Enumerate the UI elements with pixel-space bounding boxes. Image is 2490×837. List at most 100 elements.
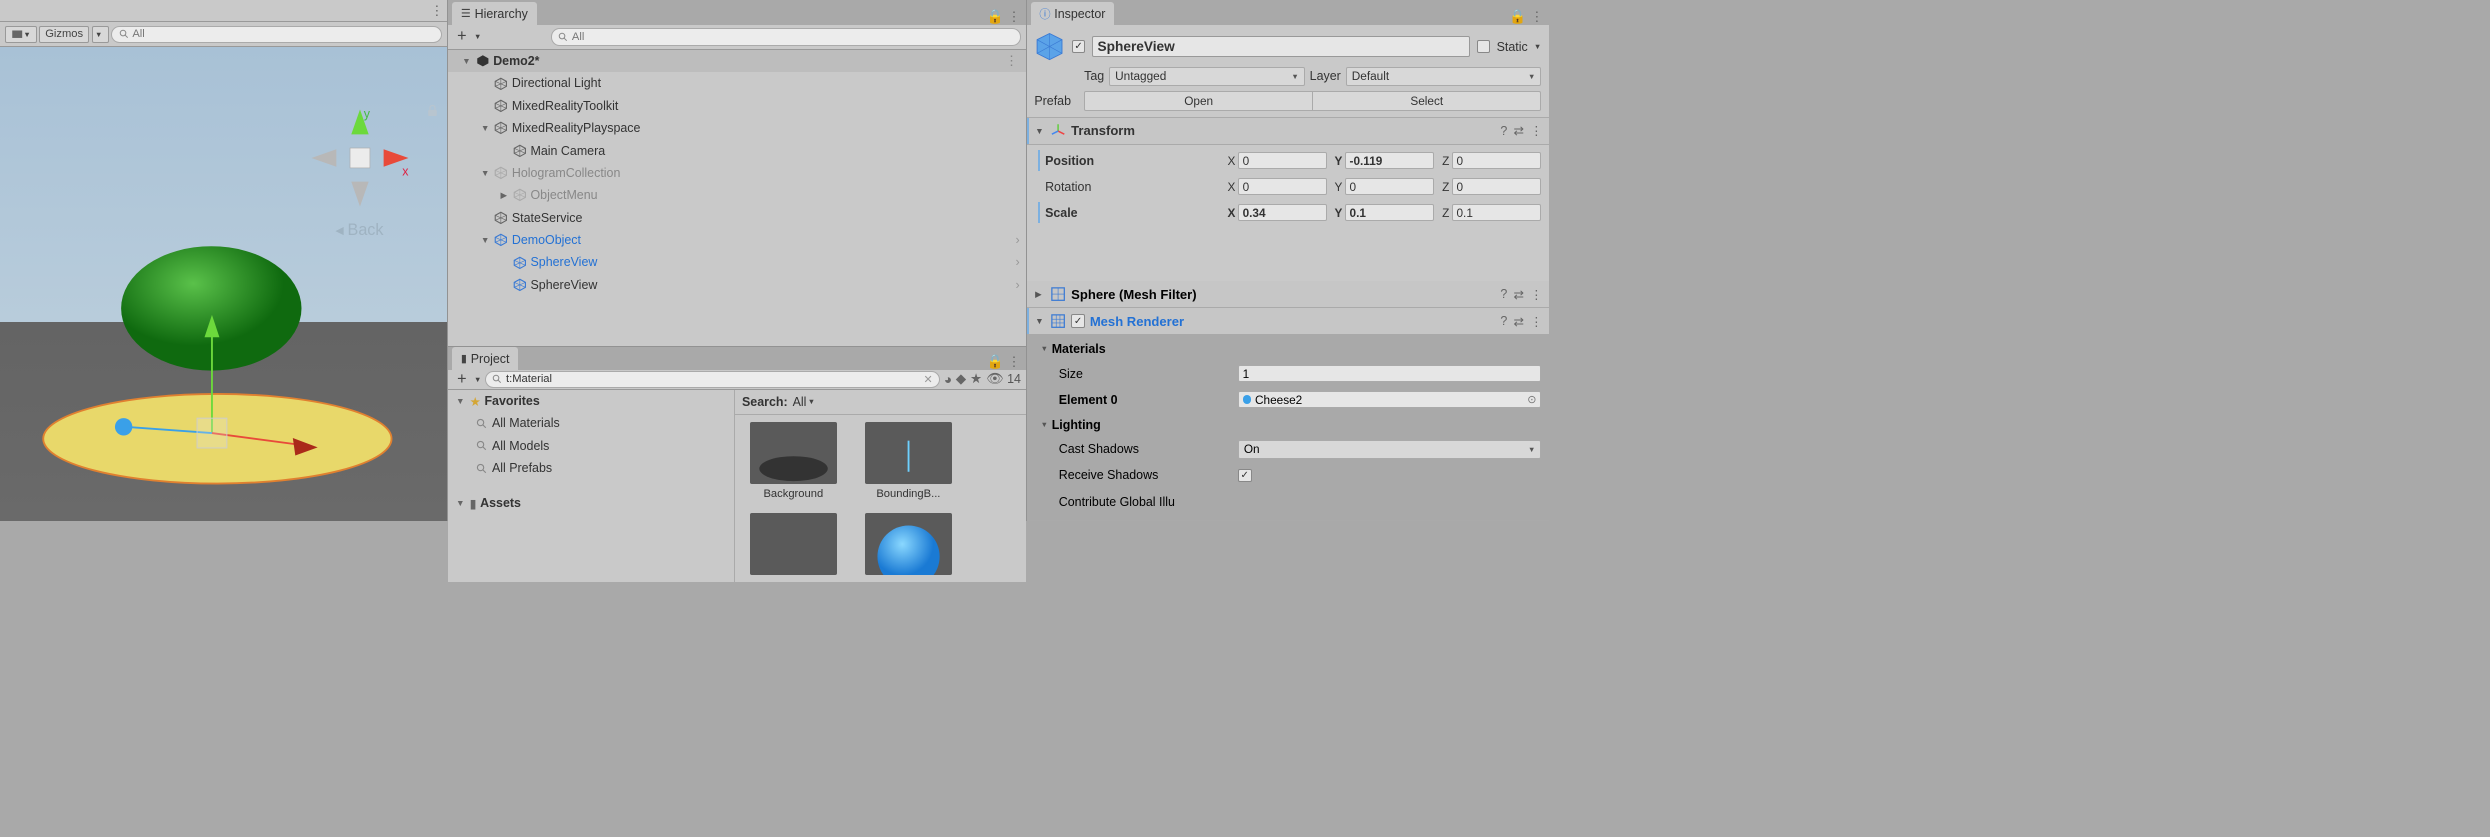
asset-item[interactable]: Background <box>742 422 845 500</box>
prefab-select-button[interactable]: Select <box>1313 91 1541 111</box>
foldout-icon[interactable]: ▼ <box>480 168 491 178</box>
favorite-search-item[interactable]: All Materials <box>448 412 733 434</box>
hierarchy-item[interactable]: ▼HologramCollection <box>448 162 1025 184</box>
hierarchy-item[interactable]: Directional Light <box>448 72 1025 94</box>
scene-search[interactable]: All <box>111 26 442 43</box>
scale-z-field[interactable]: 0.1 <box>1452 204 1542 221</box>
kebab-icon[interactable]: ⋮ <box>1007 9 1021 25</box>
element0-field[interactable]: Cheese2 ⊙ <box>1238 391 1541 408</box>
hierarchy-search[interactable]: All <box>551 28 1021 45</box>
cast-shadows-dropdown[interactable]: On▼ <box>1238 440 1541 459</box>
static-dropdown[interactable]: ▼ <box>1534 42 1541 51</box>
filter-by-label-icon[interactable]: ◆ <box>956 371 967 387</box>
open-prefab-icon[interactable]: › <box>1016 255 1023 269</box>
shaded-mode-button[interactable]: ▼ <box>5 26 37 43</box>
lock-icon[interactable]: 🔒 <box>987 9 1004 25</box>
gameobject-name-field[interactable]: SphereView <box>1092 36 1471 57</box>
create-button[interactable]: + <box>453 27 470 46</box>
project-search[interactable]: t:Material ✕ <box>485 371 940 388</box>
project-folder-tree[interactable]: ▼ ★ Favorites All MaterialsAll ModelsAll… <box>448 390 734 582</box>
help-icon[interactable]: ? <box>1500 287 1507 301</box>
foldout-icon[interactable]: ▶ <box>1035 289 1045 300</box>
hierarchy-item[interactable]: SphereView› <box>448 251 1025 273</box>
scene-row[interactable]: ▼Demo2*⋮ <box>448 50 1025 72</box>
foldout-icon[interactable]: ▼ <box>1035 126 1045 136</box>
preset-icon[interactable]: ⇄ <box>1513 123 1523 138</box>
foldout-icon[interactable]: ▼ <box>480 235 491 245</box>
clear-icon[interactable]: ✕ <box>924 373 933 386</box>
asset-item[interactable] <box>857 513 960 575</box>
project-content[interactable]: Search: All ▼ BackgroundBoundingB... <box>735 390 1026 582</box>
scene-viewport[interactable]: x y ◄Back <box>0 47 447 520</box>
foldout-icon[interactable]: ▼ <box>461 56 472 66</box>
materials-foldout[interactable]: ▼Materials <box>1038 339 1541 358</box>
asset-item[interactable]: BoundingB... <box>857 422 960 500</box>
static-checkbox[interactable] <box>1477 40 1491 54</box>
hierarchy-item[interactable]: ▼DemoObject› <box>448 229 1025 251</box>
foldout-icon[interactable]: ▼ <box>480 123 491 133</box>
hierarchy-item[interactable]: ▼MixedRealityPlayspace <box>448 117 1025 139</box>
axis-y-label: y <box>364 107 371 121</box>
tab-project[interactable]: ▮ Project <box>452 347 518 369</box>
rotation-y-field[interactable]: 0 <box>1345 178 1435 195</box>
kebab-icon[interactable]: ⋮ <box>1007 354 1021 370</box>
asset-item[interactable] <box>742 513 845 575</box>
lock-icon[interactable] <box>425 103 440 118</box>
scale-y-field[interactable]: 0.1 <box>1345 204 1435 221</box>
position-y-field[interactable]: -0.119 <box>1345 152 1435 169</box>
tag-dropdown[interactable]: Untagged▼ <box>1109 67 1305 86</box>
kebab-icon[interactable]: ⋮ <box>430 3 444 19</box>
active-checkbox[interactable]: ✓ <box>1072 40 1086 54</box>
hidden-icon[interactable]: 👁 <box>986 371 1003 387</box>
tab-inspector[interactable]: ⓘ Inspector <box>1031 2 1115 24</box>
filter-by-type-icon[interactable]: ◕ <box>944 372 952 387</box>
lighting-foldout[interactable]: ▼Lighting <box>1038 415 1541 434</box>
create-asset-dropdown[interactable]: ▼ <box>474 375 481 384</box>
preset-icon[interactable]: ⇄ <box>1513 314 1523 329</box>
gizmos-toggle[interactable]: ▼ <box>92 26 109 43</box>
hierarchy-item[interactable]: Main Camera <box>448 139 1025 161</box>
materials-size-field[interactable]: 1 <box>1238 365 1541 382</box>
rotation-x-field[interactable]: 0 <box>1238 178 1328 195</box>
object-picker-icon[interactable]: ⊙ <box>1527 393 1536 406</box>
prefab-open-button[interactable]: Open <box>1084 91 1313 111</box>
hierarchy-item[interactable]: ▶ObjectMenu <box>448 184 1025 206</box>
open-prefab-icon[interactable]: › <box>1016 278 1023 292</box>
lock-icon[interactable]: 🔒 <box>1509 9 1526 25</box>
kebab-icon[interactable]: ⋮ <box>1530 123 1542 138</box>
lock-icon[interactable]: 🔒 <box>987 354 1004 370</box>
orientation-gizmo[interactable]: x y <box>304 102 416 214</box>
help-icon[interactable]: ? <box>1500 314 1507 328</box>
create-asset-button[interactable]: + <box>453 370 470 389</box>
position-z-field[interactable]: 0 <box>1452 152 1542 169</box>
move-gizmo[interactable] <box>100 290 349 477</box>
hierarchy-item[interactable]: MixedRealityToolkit <box>448 95 1025 117</box>
gizmos-dropdown[interactable]: Gizmos <box>39 26 89 43</box>
position-x-field[interactable]: 0 <box>1238 152 1328 169</box>
favorite-search-item[interactable]: All Prefabs <box>448 457 733 479</box>
back-button[interactable]: ◄Back <box>333 221 384 240</box>
kebab-icon[interactable]: ⋮ <box>1005 53 1022 69</box>
help-icon[interactable]: ? <box>1500 124 1507 138</box>
favorite-search-item[interactable]: All Models <box>448 435 733 457</box>
preset-icon[interactable]: ⇄ <box>1513 287 1523 302</box>
favorite-icon[interactable]: ★ <box>970 371 982 387</box>
search-scope-dropdown[interactable]: All ▼ <box>793 395 815 409</box>
cast-shadows-label: Cast Shadows <box>1059 442 1233 456</box>
open-prefab-icon[interactable]: › <box>1016 233 1023 247</box>
mesh-renderer-enabled-checkbox[interactable]: ✓ <box>1071 314 1085 328</box>
hierarchy-item[interactable]: SphereView› <box>448 274 1025 296</box>
kebab-icon[interactable]: ⋮ <box>1530 314 1542 329</box>
layer-dropdown[interactable]: Default▼ <box>1346 67 1542 86</box>
receive-shadows-checkbox[interactable]: ✓ <box>1238 469 1252 483</box>
kebab-icon[interactable]: ⋮ <box>1530 9 1544 25</box>
foldout-icon[interactable]: ▶ <box>498 190 509 201</box>
scale-x-field[interactable]: 0.34 <box>1238 204 1328 221</box>
create-dropdown[interactable]: ▼ <box>474 32 481 41</box>
foldout-icon[interactable]: ▼ <box>1035 316 1045 326</box>
tab-hierarchy[interactable]: ☰ Hierarchy <box>452 2 536 24</box>
hierarchy-tree[interactable]: ▼Demo2*⋮Directional LightMixedRealityToo… <box>448 50 1025 347</box>
rotation-z-field[interactable]: 0 <box>1452 178 1542 195</box>
kebab-icon[interactable]: ⋮ <box>1530 287 1542 302</box>
hierarchy-item[interactable]: StateService <box>448 206 1025 228</box>
